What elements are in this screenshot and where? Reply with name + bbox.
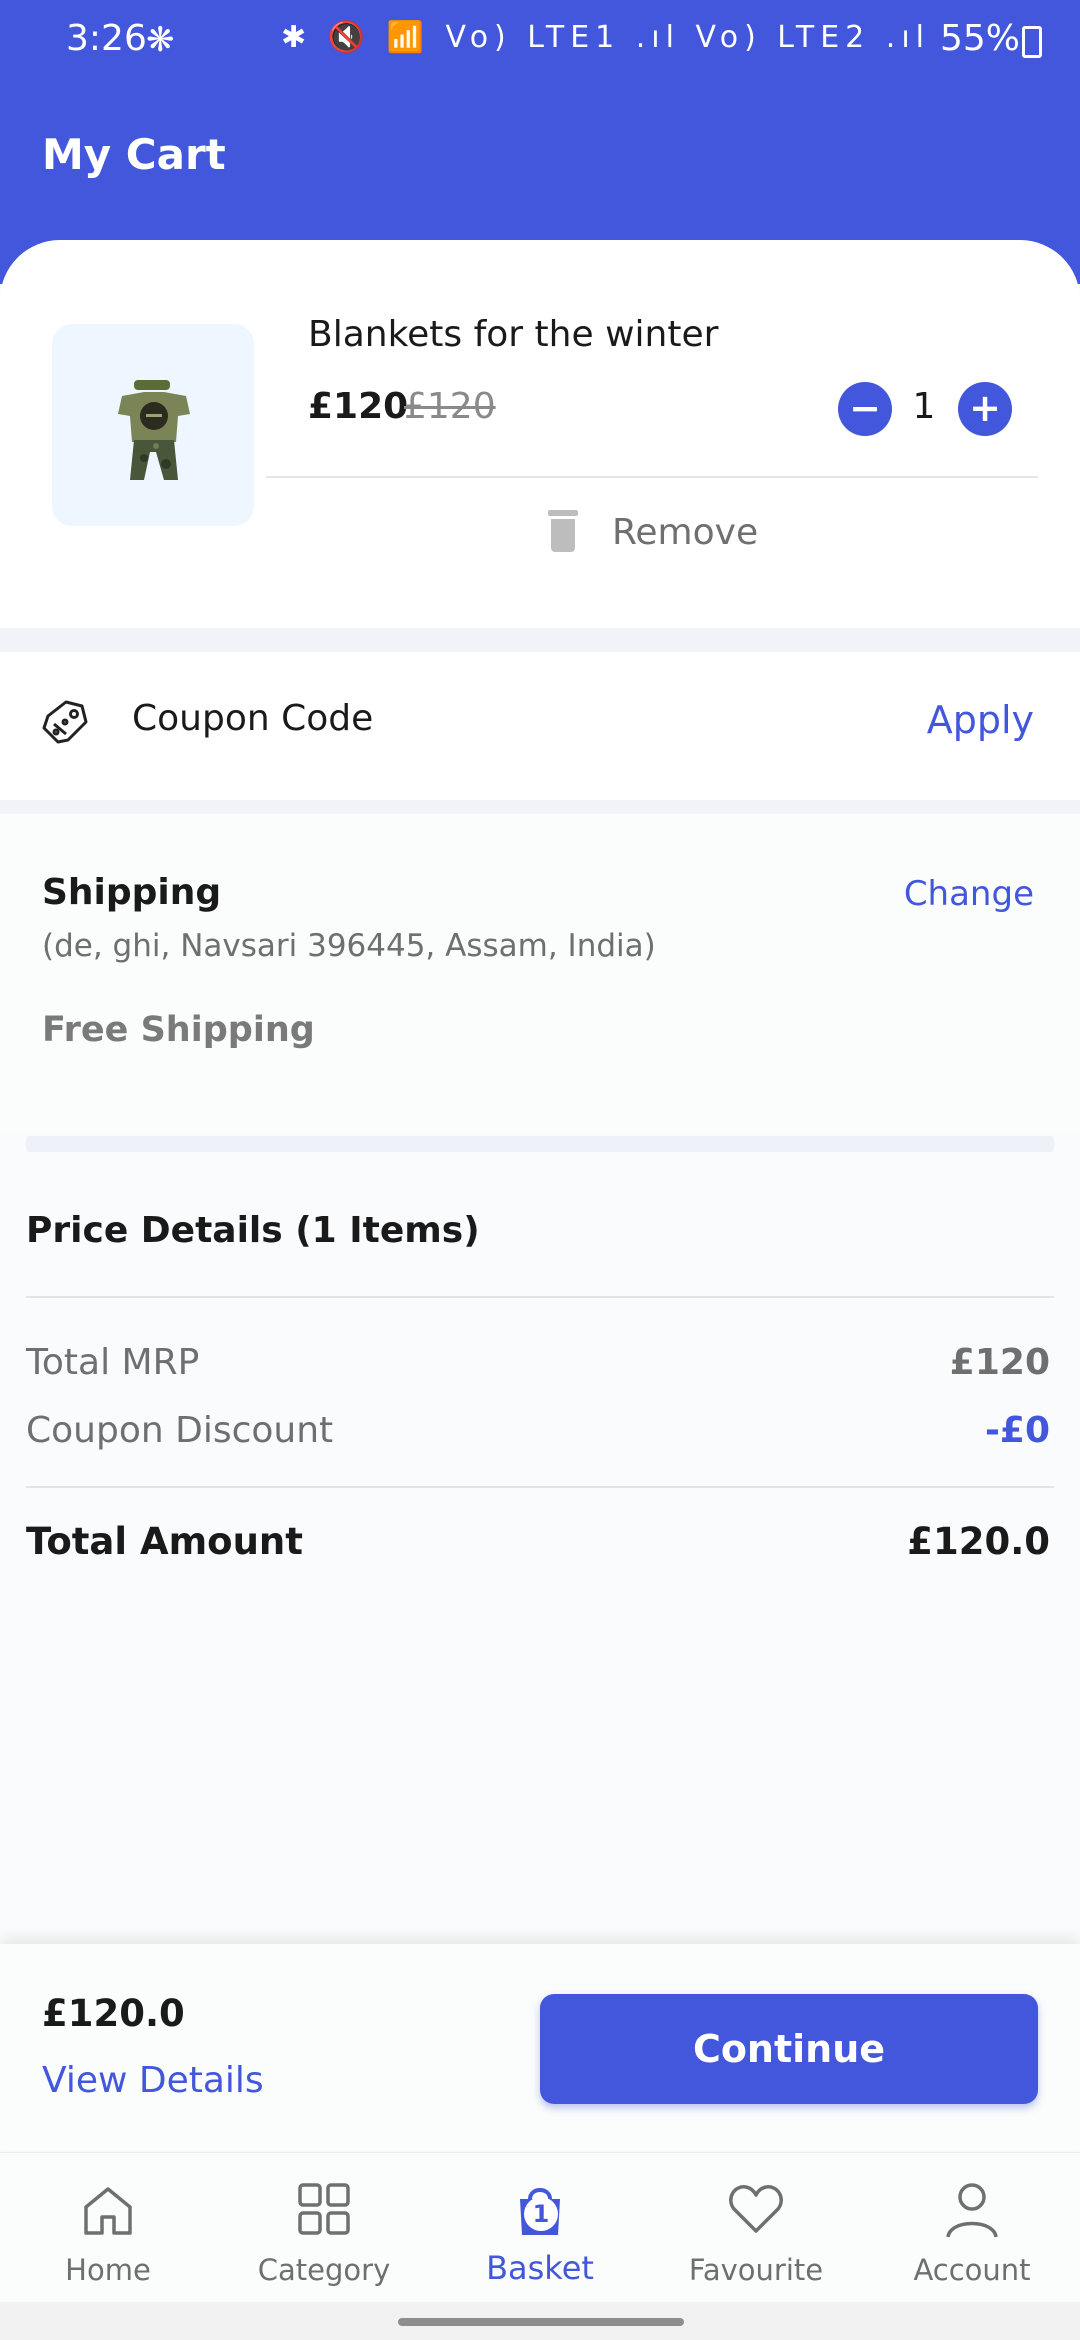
coupon-discount-label: Coupon Discount — [26, 1410, 334, 1451]
price-details-title: Price Details (1 Items) — [26, 1210, 480, 1251]
product-image-illustration — [118, 380, 190, 480]
nav-label-basket: Basket — [486, 2249, 594, 2287]
page-title: My Cart — [42, 130, 226, 179]
nav-label-account: Account — [913, 2253, 1031, 2287]
remove-label: Remove — [612, 512, 759, 553]
person-icon — [946, 2183, 998, 2238]
nav-item-account[interactable]: Account — [864, 2153, 1080, 2303]
fan-icon: ❋ — [146, 20, 175, 60]
coupon-row[interactable]: Coupon Code Apply — [0, 652, 1080, 800]
remove-item-button[interactable]: Remove — [540, 498, 780, 568]
nav-label-category: Category — [257, 2253, 391, 2287]
product-price: £120 — [308, 386, 409, 427]
decrease-quantity-button[interactable]: − — [838, 382, 892, 436]
shipping-section: Shipping Change (de, ghi, Navsari 396445… — [0, 814, 1080, 1134]
shipping-title: Shipping — [42, 872, 222, 913]
coupon-discount-value: -£0 — [984, 1410, 1050, 1451]
divider — [26, 1486, 1054, 1488]
trash-icon — [548, 510, 578, 552]
divider — [26, 1296, 1054, 1298]
section-separator — [0, 800, 1080, 814]
nav-item-favourite[interactable]: Favourite — [648, 2153, 864, 2303]
shipping-method: Free Shipping — [42, 1010, 315, 1050]
status-time: 3:26 — [66, 18, 147, 59]
heart-icon — [729, 2185, 783, 2233]
nav-item-home[interactable]: Home — [0, 2153, 216, 2303]
quantity-value: 1 — [912, 386, 936, 427]
increase-quantity-button[interactable]: + — [958, 382, 1012, 436]
product-image[interactable] — [52, 324, 254, 526]
nav-label-favourite: Favourite — [688, 2253, 824, 2287]
bottom-navigation: Home Category 1 Basket Favourite Account — [0, 2152, 1080, 2302]
total-amount-label: Total Amount — [26, 1520, 303, 1563]
battery-icon — [1022, 26, 1042, 58]
nav-label-home: Home — [65, 2253, 151, 2287]
shipping-address: (de, ghi, Navsari 396445, Assam, India) — [42, 928, 656, 964]
view-details-link[interactable]: View Details — [42, 2060, 264, 2101]
battery-level: 55% — [939, 18, 1020, 59]
section-separator — [0, 628, 1080, 652]
home-gesture-bar[interactable] — [398, 2318, 684, 2326]
section-separator — [26, 1136, 1054, 1152]
network-status-icons: ✱ 🔇 📶 Vo) LTE1 .ıl Vo) LTE2 .ıl — [281, 20, 930, 55]
status-bar: 3:26 ❋ ✱ 🔇 📶 Vo) LTE1 .ıl Vo) LTE2 .ıl 5… — [0, 0, 1080, 84]
nav-item-category[interactable]: Category — [216, 2153, 432, 2303]
divider — [266, 476, 1038, 478]
coupon-code-label: Coupon Code — [132, 698, 374, 739]
continue-button[interactable]: Continue — [540, 1994, 1038, 2104]
checkout-total: £120.0 — [42, 1992, 185, 2035]
nav-item-basket[interactable]: 1 Basket — [432, 2153, 648, 2303]
product-name[interactable]: Blankets for the winter — [308, 314, 718, 355]
basket-count-badge: 1 — [524, 2197, 558, 2231]
total-amount-value: £120.0 — [907, 1520, 1050, 1563]
cart-item-card: Blankets for the winter £120 £120 − 1 + … — [0, 240, 1080, 640]
grid-icon — [298, 2183, 350, 2235]
total-mrp-value: £120 — [949, 1342, 1050, 1383]
total-mrp-label: Total MRP — [26, 1342, 200, 1383]
system-gesture-area — [0, 2302, 1080, 2340]
coupon-tag-icon — [42, 700, 88, 744]
home-icon — [84, 2187, 132, 2235]
checkout-bar: £120.0 View Details Continue — [0, 1944, 1080, 2150]
change-shipping-button[interactable]: Change — [904, 874, 1034, 914]
apply-coupon-button[interactable]: Apply — [927, 698, 1034, 742]
product-original-price: £120 — [404, 386, 496, 427]
